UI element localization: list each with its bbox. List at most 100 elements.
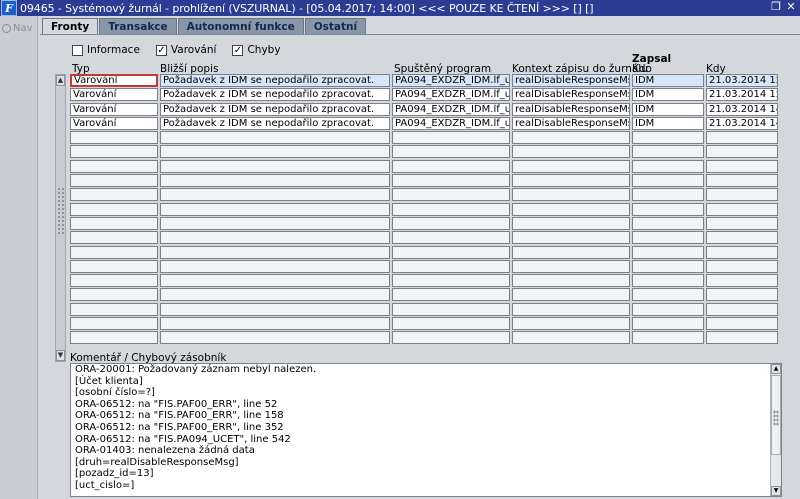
comment-scroll-up-icon[interactable]: ▲ bbox=[771, 364, 781, 374]
cell-kontext[interactable] bbox=[512, 259, 630, 273]
cell-kdy[interactable] bbox=[706, 202, 778, 216]
comment-scroll-down-icon[interactable]: ▼ bbox=[771, 486, 781, 496]
tab-fronty[interactable]: Fronty bbox=[42, 18, 99, 35]
cell-popis[interactable] bbox=[160, 231, 390, 245]
cell-program[interactable]: PA094_EXDZR_IDM.lf_update_ bbox=[392, 102, 510, 116]
cell-kdy[interactable] bbox=[706, 317, 778, 331]
cell-typ[interactable] bbox=[70, 302, 158, 316]
scroll-down-icon[interactable]: ▼ bbox=[56, 350, 65, 361]
cell-kontext[interactable] bbox=[512, 188, 630, 202]
cell-program[interactable] bbox=[392, 231, 510, 245]
cell-typ[interactable] bbox=[70, 131, 158, 145]
table-row[interactable]: Varování Požadavek z IDM se nepodařilo zp… bbox=[70, 88, 780, 102]
cell-program[interactable] bbox=[392, 188, 510, 202]
table-row[interactable]: Varování Požadavek z IDM se nepodařilo zp… bbox=[70, 116, 780, 131]
checkbox-varovani[interactable]: ✓ bbox=[155, 44, 167, 56]
table-row[interactable] bbox=[70, 274, 780, 288]
cell-kdy[interactable]: 21.03.2014 15:09 bbox=[706, 88, 778, 102]
cell-popis[interactable] bbox=[160, 245, 390, 259]
cell-popis[interactable] bbox=[160, 131, 390, 145]
tab-ostatni[interactable]: Ostatní bbox=[304, 18, 367, 34]
cell-popis[interactable] bbox=[160, 159, 390, 173]
cell-kdy[interactable] bbox=[706, 302, 778, 316]
cell-kdy[interactable] bbox=[706, 131, 778, 145]
cell-kontext[interactable] bbox=[512, 331, 630, 345]
cell-popis[interactable] bbox=[160, 216, 390, 230]
cell-popis[interactable] bbox=[160, 331, 390, 345]
tab-transakce[interactable]: Transakce bbox=[99, 18, 177, 34]
cell-typ[interactable] bbox=[70, 331, 158, 345]
cell-typ[interactable]: Varování bbox=[70, 102, 158, 116]
scroll-grip[interactable] bbox=[57, 187, 64, 235]
cell-popis[interactable] bbox=[160, 188, 390, 202]
nav-button[interactable]: Nav bbox=[2, 23, 33, 34]
table-row[interactable] bbox=[70, 317, 780, 331]
cell-kdo[interactable] bbox=[632, 259, 704, 273]
cell-kdo[interactable] bbox=[632, 188, 704, 202]
checkbox-chyby[interactable]: ✓ bbox=[232, 44, 244, 56]
cell-program[interactable]: PA094_EXDZR_IDM.lf_update_ bbox=[392, 74, 510, 87]
cell-kontext[interactable] bbox=[512, 288, 630, 302]
cell-typ[interactable] bbox=[70, 188, 158, 202]
cell-kdy[interactable] bbox=[706, 174, 778, 188]
cell-kdo[interactable] bbox=[632, 145, 704, 159]
cell-popis[interactable]: Požadavek z IDM se nepodařilo zpracovat. bbox=[160, 88, 390, 102]
cell-popis[interactable] bbox=[160, 202, 390, 216]
table-row[interactable] bbox=[70, 159, 780, 174]
cell-kdo[interactable] bbox=[632, 331, 704, 345]
cell-kdy[interactable]: 21.03.2014 15:28 bbox=[706, 74, 778, 87]
cell-kontext[interactable] bbox=[512, 145, 630, 159]
table-row[interactable] bbox=[70, 245, 780, 260]
table-row[interactable] bbox=[70, 202, 780, 217]
cell-typ[interactable]: Varování bbox=[70, 116, 158, 130]
cell-kdo[interactable] bbox=[632, 159, 704, 173]
cell-kdy[interactable]: 21.03.2014 14:56 bbox=[706, 102, 778, 116]
cell-popis[interactable] bbox=[160, 259, 390, 273]
cell-typ[interactable] bbox=[70, 231, 158, 245]
scroll-up-icon[interactable]: ▲ bbox=[56, 75, 65, 86]
cell-kdy[interactable] bbox=[706, 188, 778, 202]
cell-kdo[interactable] bbox=[632, 202, 704, 216]
cell-kdo[interactable] bbox=[632, 245, 704, 259]
cell-popis[interactable] bbox=[160, 274, 390, 288]
cell-typ[interactable] bbox=[70, 159, 158, 173]
cell-popis[interactable]: Požadavek z IDM se nepodařilo zpracovat. bbox=[160, 74, 390, 87]
cell-kontext[interactable] bbox=[512, 174, 630, 188]
cell-kdo[interactable]: IDM bbox=[632, 102, 704, 116]
cell-program[interactable] bbox=[392, 274, 510, 288]
close-icon[interactable]: ✕ bbox=[785, 1, 797, 13]
cell-kdo[interactable] bbox=[632, 174, 704, 188]
cell-program[interactable]: PA094_EXDZR_IDM.lf_update_ bbox=[392, 88, 510, 102]
table-row[interactable] bbox=[70, 259, 780, 274]
table-row[interactable] bbox=[70, 188, 780, 202]
cell-kdo[interactable] bbox=[632, 317, 704, 331]
cell-kdo[interactable] bbox=[632, 302, 704, 316]
cell-program[interactable] bbox=[392, 302, 510, 316]
cell-kontext[interactable] bbox=[512, 131, 630, 145]
cell-kdo[interactable]: IDM bbox=[632, 88, 704, 102]
cell-kdo[interactable] bbox=[632, 231, 704, 245]
table-row[interactable] bbox=[70, 145, 780, 159]
cell-typ[interactable] bbox=[70, 317, 158, 331]
table-row[interactable] bbox=[70, 131, 780, 145]
cell-typ[interactable] bbox=[70, 174, 158, 188]
cell-kontext[interactable] bbox=[512, 302, 630, 316]
checkbox-informace[interactable] bbox=[72, 44, 83, 56]
cell-kontext[interactable]: realDisableResponseMsg bbox=[512, 116, 630, 130]
cell-kdy[interactable] bbox=[706, 216, 778, 230]
cell-kdy[interactable] bbox=[706, 231, 778, 245]
cell-kontext[interactable] bbox=[512, 274, 630, 288]
cell-kontext[interactable]: realDisableResponseMsg bbox=[512, 74, 630, 87]
table-row[interactable] bbox=[70, 302, 780, 317]
cell-kdy[interactable] bbox=[706, 331, 778, 345]
tab-autonomni-funkce[interactable]: Autonomní funkce bbox=[177, 18, 304, 34]
table-row[interactable]: Varování Požadavek z IDM se nepodařilo zp… bbox=[70, 74, 780, 88]
cell-program[interactable] bbox=[392, 202, 510, 216]
cell-kontext[interactable]: realDisableResponseMsg bbox=[512, 102, 630, 116]
cell-popis[interactable] bbox=[160, 317, 390, 331]
cell-kdy[interactable] bbox=[706, 274, 778, 288]
cell-typ[interactable] bbox=[70, 216, 158, 230]
cell-typ[interactable] bbox=[70, 145, 158, 159]
restore-icon[interactable]: ❐ bbox=[770, 1, 782, 13]
cell-typ[interactable] bbox=[70, 274, 158, 288]
